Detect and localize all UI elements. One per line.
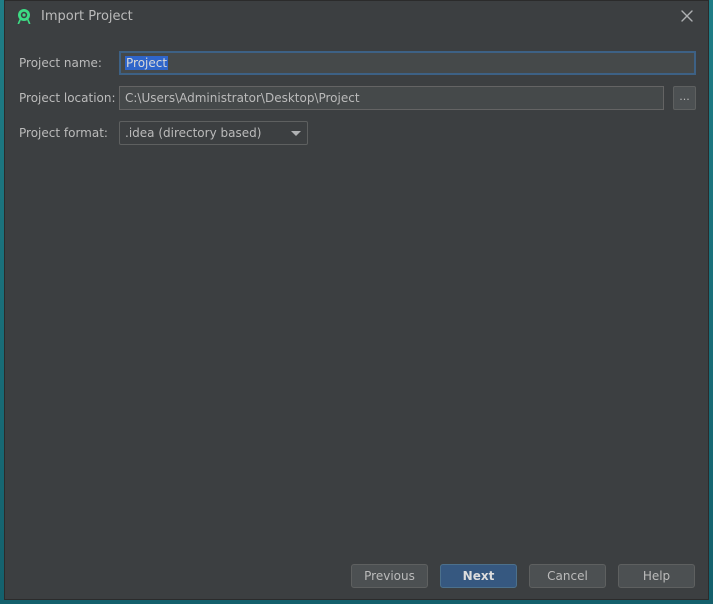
import-project-dialog: Import Project Project name: Project Pro… <box>4 0 709 600</box>
help-button[interactable]: Help <box>618 564 695 588</box>
project-name-row: Project name: Project <box>19 51 699 77</box>
project-name-input[interactable]: Project <box>119 51 696 75</box>
previous-button[interactable]: Previous <box>351 564 428 588</box>
project-name-value: Project <box>125 56 169 70</box>
project-format-value: .idea (directory based) <box>125 126 262 140</box>
project-location-row: Project location: ... <box>19 86 699 112</box>
project-format-select[interactable]: .idea (directory based) <box>119 121 308 145</box>
next-button[interactable]: Next <box>440 564 517 588</box>
cancel-button[interactable]: Cancel <box>529 564 606 588</box>
title-bar: Import Project <box>5 1 708 33</box>
browse-button[interactable]: ... <box>673 86 696 110</box>
android-studio-icon <box>17 9 31 24</box>
project-location-input[interactable] <box>119 86 664 110</box>
project-format-label: Project format: <box>19 126 108 140</box>
project-location-label: Project location: <box>19 91 116 105</box>
project-name-label: Project name: <box>19 56 102 70</box>
chevron-down-icon <box>291 131 301 136</box>
close-icon[interactable] <box>678 7 696 25</box>
dialog-title: Import Project <box>41 9 133 24</box>
project-format-row: Project format: .idea (directory based) <box>19 121 699 147</box>
